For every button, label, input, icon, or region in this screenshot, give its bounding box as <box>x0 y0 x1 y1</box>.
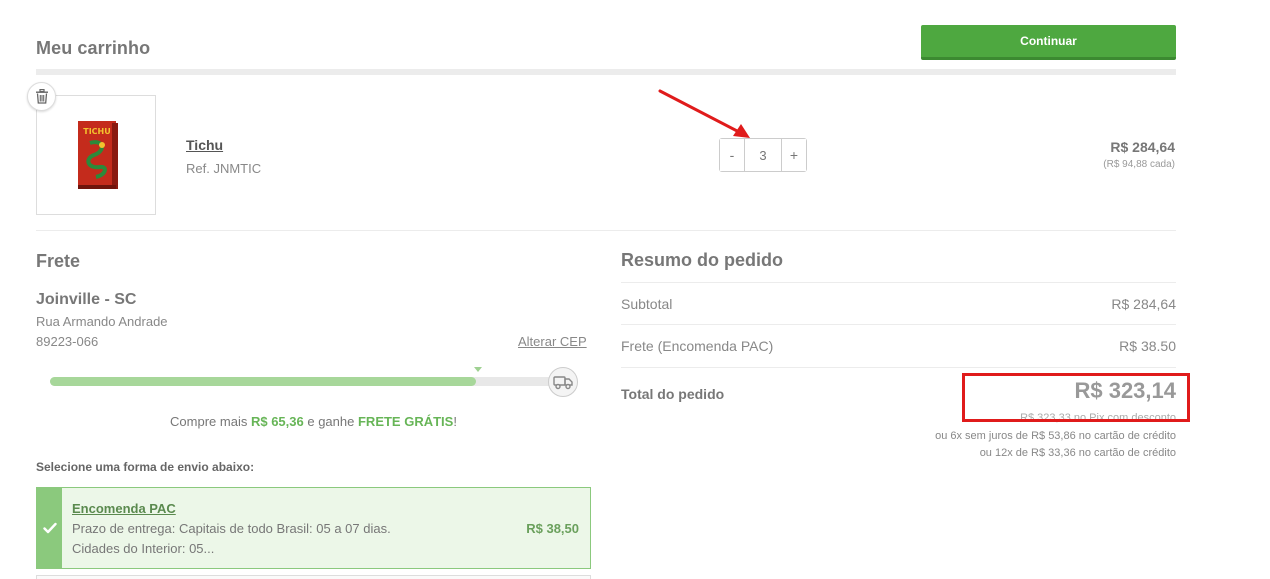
subtotal-label: Subtotal <box>621 295 673 312</box>
shipping-option-eta-interior: Cidades do Interior: 05... <box>72 541 215 556</box>
progress-marker <box>474 367 482 372</box>
installment-12x: ou 12x de R$ 33,36 no cartão de crédito <box>979 447 1176 459</box>
truck-icon <box>548 367 578 397</box>
summary-title: Resumo do pedido <box>621 250 783 270</box>
check-icon <box>37 488 62 568</box>
summary-subtotal-row: Subtotal R$ 284,64 <box>621 282 1176 324</box>
shipping-option-eta: Prazo de entrega: Capitais de todo Brasi… <box>72 521 391 536</box>
product-name-link[interactable]: Tichu <box>186 137 223 153</box>
delivery-city: Joinville - SC <box>36 291 137 308</box>
quantity-stepper: - + <box>719 138 807 172</box>
remove-item-button[interactable] <box>27 82 56 111</box>
page-title: Meu carrinho <box>36 38 151 58</box>
item-unit-price: (R$ 94,88 cada) <box>1103 159 1175 170</box>
trash-icon <box>35 89 48 104</box>
free-shipping-message: Compre mais R$ 65,36 e ganhe FRETE GRÁTI… <box>170 414 457 429</box>
annotation-arrow <box>658 89 750 138</box>
shipping-option-next[interactable] <box>36 575 591 579</box>
free-shipping-progress-fill <box>50 377 477 386</box>
shipping-option-pac[interactable]: Encomenda PAC Prazo de entrega: Capitais… <box>36 487 591 569</box>
item-total-price: R$ 284,64 <box>1110 139 1175 155</box>
quantity-increase-button[interactable]: + <box>782 139 806 171</box>
quantity-input[interactable] <box>744 139 782 171</box>
shipping-select-label: Selecione uma forma de envio abaixo: <box>36 460 255 474</box>
freight-title: Frete <box>36 251 81 271</box>
delivery-street: Rua Armando Andrade <box>36 314 168 329</box>
summary-shipping-row: Frete (Encomenda PAC) R$ 38.50 <box>621 324 1176 367</box>
item-divider <box>36 230 1176 231</box>
free-shipping-highlight: FRETE GRÁTIS <box>357 414 454 429</box>
shipping-option-price: R$ 38,50 <box>526 521 579 536</box>
free-shipping-progress <box>50 377 570 386</box>
remaining-amount: R$ 65,36 <box>250 414 304 429</box>
shipping-value: R$ 38.50 <box>1119 338 1176 354</box>
product-thumbnail[interactable]: TICHU <box>36 95 156 215</box>
thumbnail-title: TICHU <box>83 127 111 136</box>
subtotal-value: R$ 284,64 <box>1111 295 1176 312</box>
shipping-label: Frete (Encomenda PAC) <box>621 338 774 354</box>
delivery-cep: 89223-066 <box>36 334 99 349</box>
total-label: Total do pedido <box>621 386 725 402</box>
continue-button[interactable]: Continuar <box>921 25 1176 60</box>
installment-6x: ou 6x sem juros de R$ 53,86 no cartão de… <box>935 430 1176 442</box>
change-cep-link[interactable]: Alterar CEP <box>518 334 587 349</box>
shipping-option-name: Encomenda PAC <box>72 501 176 516</box>
header-divider <box>36 69 1176 75</box>
summary-total-divider <box>621 367 1176 368</box>
product-ref: Ref. JNMTIC <box>186 161 262 176</box>
annotation-highlight-box <box>962 373 1190 422</box>
product-image: TICHU <box>78 121 118 189</box>
quantity-decrease-button[interactable]: - <box>720 139 744 171</box>
